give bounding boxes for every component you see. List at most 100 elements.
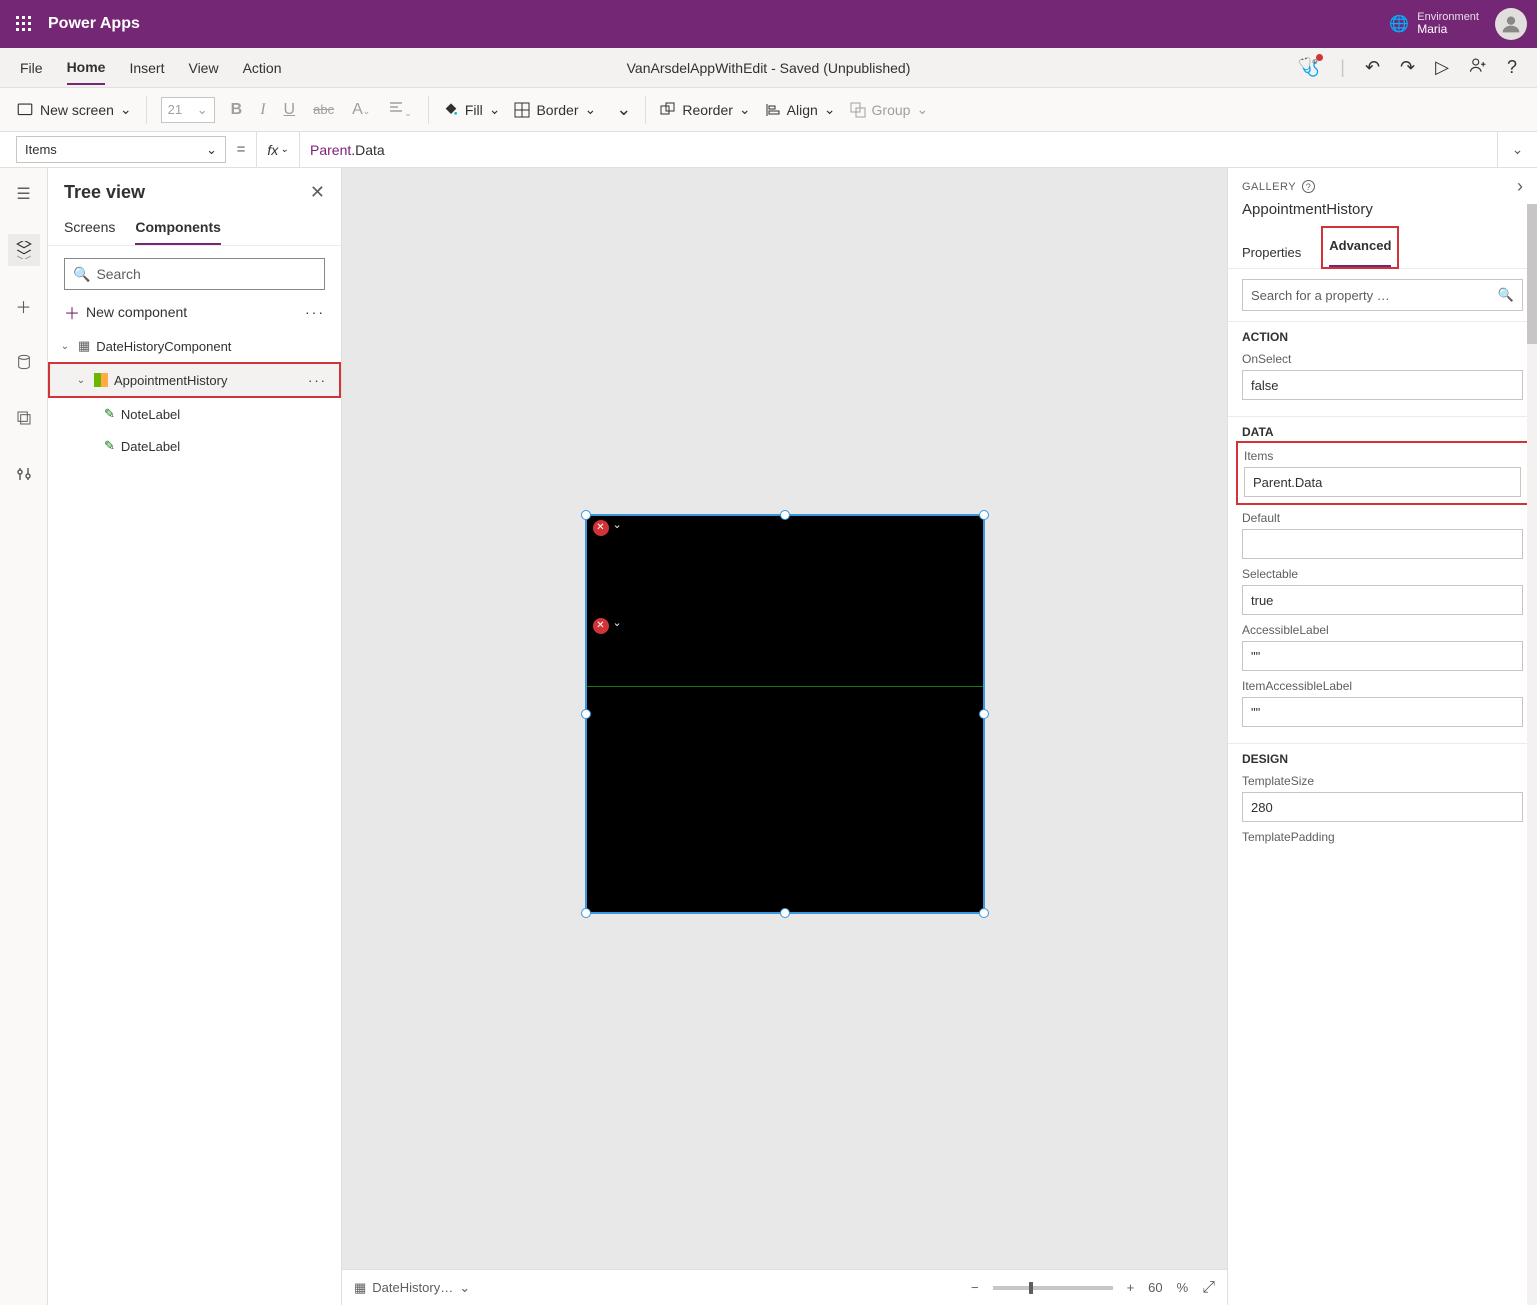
- chevron-down-icon[interactable]: ⌄: [613, 518, 622, 531]
- field-label: AccessibleLabel: [1242, 623, 1523, 637]
- strike-button[interactable]: abc: [311, 98, 336, 121]
- hamburger-icon[interactable]: ☰: [8, 178, 40, 210]
- scrollbar-thumb[interactable]: [1527, 204, 1537, 344]
- avatar[interactable]: [1495, 8, 1527, 40]
- new-component-button[interactable]: ＋New component: [64, 300, 187, 324]
- tab-properties[interactable]: Properties: [1242, 237, 1301, 268]
- error-badge-icon[interactable]: ✕: [593, 520, 609, 536]
- search-placeholder: Search: [96, 266, 140, 282]
- zoom-in-icon[interactable]: +: [1127, 1280, 1135, 1295]
- align-button[interactable]: Align⌄: [765, 101, 836, 118]
- tree-item-child[interactable]: ✎ NoteLabel: [48, 398, 341, 430]
- ribbon-toolbar: New screen ⌄ 21⌄ B I U abc A⌄ ⌄ Fill⌄ Bo…: [0, 88, 1537, 132]
- zoom-slider[interactable]: [993, 1286, 1113, 1290]
- chevron-down-icon: ⌄: [489, 101, 501, 118]
- info-icon[interactable]: ?: [1302, 180, 1315, 193]
- fit-to-window-icon[interactable]: ⤢: [1202, 1279, 1215, 1297]
- menu-action[interactable]: Action: [243, 52, 282, 84]
- default-input[interactable]: [1242, 529, 1523, 559]
- reorder-button[interactable]: Reorder⌄: [660, 101, 750, 118]
- field-label: OnSelect: [1242, 352, 1523, 366]
- insert-icon[interactable]: ＋: [8, 290, 40, 322]
- settings-icon[interactable]: [8, 458, 40, 490]
- tab-screens[interactable]: Screens: [64, 211, 115, 245]
- resize-handle[interactable]: [581, 510, 591, 520]
- play-icon[interactable]: ▷: [1435, 57, 1449, 78]
- property-selector[interactable]: Items⌄: [16, 136, 226, 163]
- resize-handle[interactable]: [780, 908, 790, 918]
- tree-view-icon[interactable]: [8, 234, 40, 266]
- share-icon[interactable]: [1469, 56, 1487, 79]
- search-icon: 🔍: [73, 266, 90, 283]
- tab-components[interactable]: Components: [135, 211, 221, 245]
- menu-file[interactable]: File: [20, 52, 43, 84]
- formula-token-rest: .Data: [351, 142, 384, 158]
- border-button[interactable]: Border⌄: [514, 101, 596, 118]
- template-size-input[interactable]: 280: [1242, 792, 1523, 822]
- error-badge-icon[interactable]: ✕: [593, 618, 609, 634]
- redo-icon[interactable]: ↷: [1400, 57, 1415, 78]
- resize-handle[interactable]: [581, 908, 591, 918]
- fx-icon[interactable]: fx⌄: [256, 132, 300, 167]
- waffle-icon[interactable]: [0, 0, 48, 48]
- help-icon[interactable]: ?: [1507, 57, 1517, 78]
- group-button[interactable]: Group⌄: [850, 101, 929, 118]
- data-icon[interactable]: [8, 346, 40, 378]
- slider-knob[interactable]: [1029, 1282, 1033, 1294]
- app-checker-icon[interactable]: 🩺: [1298, 57, 1320, 78]
- tree-item-child[interactable]: ✎ DateLabel: [48, 430, 341, 462]
- underline-button[interactable]: U: [282, 97, 298, 123]
- tree-item-selected[interactable]: ⌄ AppointmentHistory ···: [50, 364, 339, 396]
- selected-control[interactable]: ✕ ⌄ ✕ ⌄: [585, 514, 985, 914]
- resize-handle[interactable]: [979, 709, 989, 719]
- formula-input[interactable]: Parent.Data: [300, 132, 1497, 167]
- media-icon[interactable]: [8, 402, 40, 434]
- tab-advanced[interactable]: Advanced: [1329, 230, 1391, 261]
- tree-search[interactable]: 🔍 Search: [64, 258, 325, 290]
- field-label: Items: [1244, 449, 1521, 463]
- close-icon[interactable]: ✕: [310, 182, 325, 203]
- screen-selector[interactable]: ▦ DateHistory… ⌄: [354, 1280, 470, 1296]
- menu-view[interactable]: View: [188, 52, 218, 84]
- tree-title: Tree view: [64, 182, 145, 203]
- formula-bar: Items⌄ = fx⌄ Parent.Data ⌄: [0, 132, 1537, 168]
- expand-formula-icon[interactable]: ⌄: [1497, 132, 1537, 167]
- new-screen-button[interactable]: New screen ⌄: [16, 101, 132, 119]
- control-name: AppointmentHistory: [1228, 199, 1537, 226]
- resize-handle[interactable]: [979, 510, 989, 520]
- more-icon[interactable]: ···: [308, 373, 327, 388]
- resize-handle[interactable]: [581, 709, 591, 719]
- tree-item-label: DateLabel: [121, 439, 180, 454]
- resize-handle[interactable]: [979, 908, 989, 918]
- bold-button[interactable]: B: [229, 97, 245, 123]
- item-accessible-label-value: "": [1251, 705, 1260, 720]
- environment-picker[interactable]: 🌐 Environment Maria: [1389, 11, 1479, 36]
- menu-home[interactable]: Home: [67, 51, 106, 85]
- font-color-button[interactable]: A⌄: [350, 97, 372, 123]
- more-icon[interactable]: ···: [305, 304, 325, 320]
- zoom-out-icon[interactable]: −: [971, 1280, 979, 1295]
- menu-insert[interactable]: Insert: [129, 52, 164, 84]
- tree-item-root[interactable]: ⌄ ▦ DateHistoryComponent: [48, 330, 341, 362]
- accessible-label-input[interactable]: "": [1242, 641, 1523, 671]
- align-text-button[interactable]: ⌄: [386, 96, 414, 123]
- component-icon: ▦: [354, 1280, 366, 1296]
- screen-name: DateHistory…: [372, 1280, 453, 1295]
- items-input[interactable]: Parent.Data: [1244, 467, 1521, 497]
- selectable-input[interactable]: true: [1242, 585, 1523, 615]
- fill-button[interactable]: Fill⌄: [443, 101, 501, 118]
- document-title: VanArsdelAppWithEdit - Saved (Unpublishe…: [627, 60, 911, 76]
- chevron-down-icon[interactable]: ⌄: [613, 616, 622, 629]
- italic-button[interactable]: I: [258, 97, 267, 123]
- onselect-input[interactable]: false: [1242, 370, 1523, 400]
- property-search[interactable]: Search for a property … 🔍: [1242, 279, 1523, 311]
- scrollbar[interactable]: [1527, 204, 1537, 1305]
- undo-icon[interactable]: ↶: [1365, 57, 1380, 78]
- chevron-down-icon: ⌄: [739, 101, 751, 118]
- design-canvas[interactable]: ✕ ⌄ ✕ ⌄ ▦ DateHistory… ⌄ − + 60 % ⤢: [342, 168, 1227, 1305]
- font-size-box[interactable]: 21⌄: [161, 97, 215, 123]
- resize-handle[interactable]: [780, 510, 790, 520]
- item-accessible-label-input[interactable]: "": [1242, 697, 1523, 727]
- chevron-right-icon[interactable]: ›: [1517, 176, 1523, 197]
- chevron-expand-icon[interactable]: ⌄: [616, 99, 631, 120]
